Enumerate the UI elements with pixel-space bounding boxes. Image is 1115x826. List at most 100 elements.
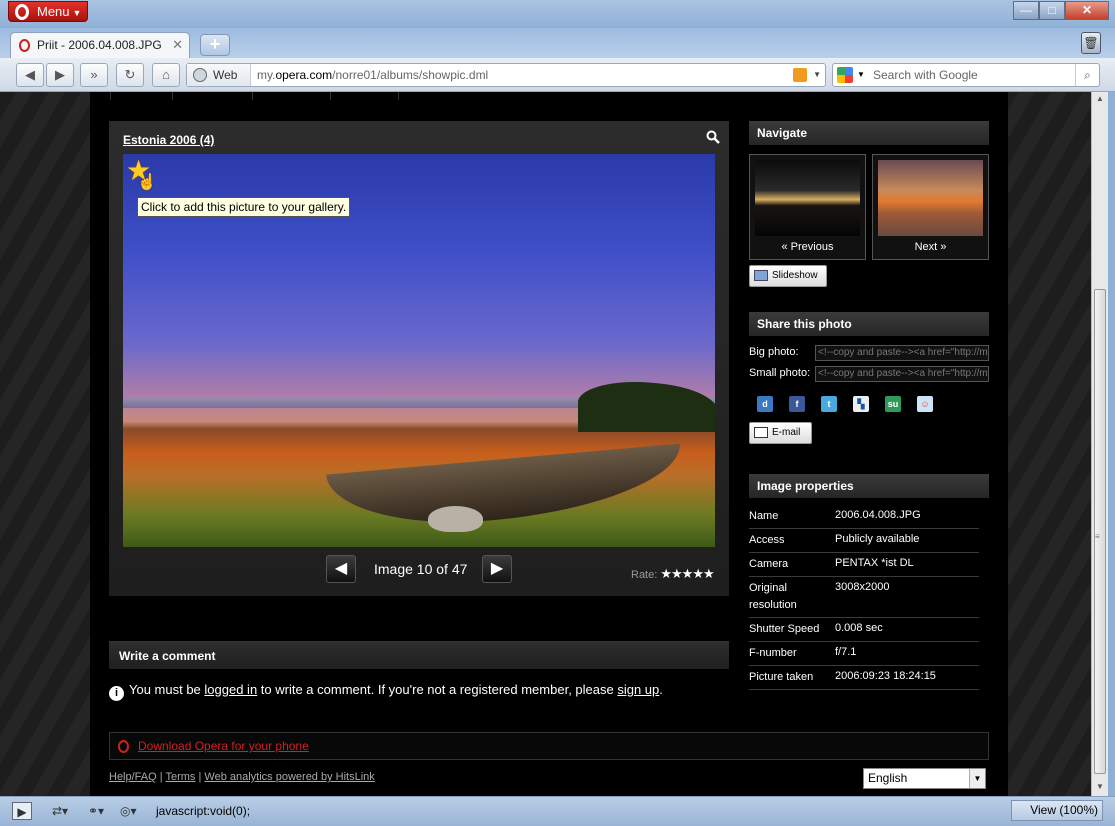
search-box[interactable]: ▼ Search with Google ⌕ [832,63,1100,87]
tooltip: Click to add this picture to your galler… [137,197,351,217]
main-photo: ★ ☝ Click to add this picture to your ga… [123,154,715,547]
menu-label: Menu [37,4,70,19]
help-link[interactable]: Help/FAQ [109,771,157,783]
fast-forward-button[interactable]: » [80,63,108,87]
new-tab-button[interactable]: + [200,34,230,56]
small-photo-label: Small photo: [749,367,811,379]
search-input[interactable]: Search with Google [873,64,978,86]
previous-label: « Previous [781,241,834,253]
next-thumbnail[interactable]: Next » [872,154,989,260]
small-photo-embed-field[interactable]: <!--copy and paste--><a href="http://my.… [815,366,989,382]
address-bar[interactable]: Web my.opera.com/norre01/albums/showpic.… [186,63,826,87]
next-image-button[interactable]: ▶ [482,555,512,583]
login-link[interactable]: logged in [204,682,257,697]
property-value: 2006:09:23 18:24:15 [835,670,936,682]
digg-icon[interactable]: ▚ [853,396,869,412]
zoom-icon[interactable] [706,130,720,144]
signup-link[interactable]: sign up [617,682,659,697]
comment-heading: Write a comment [109,641,729,669]
comment-message: i You must be logged in to write a commen… [109,682,663,701]
properties-table: Name 2006.04.008.JPG Access Publicly availa… [749,505,979,690]
download-link[interactable]: Download Opera for your phone [138,739,309,753]
close-window-button[interactable]: ✕ [1065,1,1109,20]
language-select[interactable]: English ▼ [863,768,986,789]
slideshow-button[interactable]: Slideshow [749,265,827,287]
address-mode[interactable]: Web [187,64,251,86]
forward-button[interactable]: ▶ [46,63,74,87]
rss-feed-icon[interactable] [793,68,807,82]
properties-heading: Image properties [749,474,989,498]
analytics-link[interactable]: Web analytics powered by HitsLink [204,771,374,783]
property-value: Publicly available [835,533,920,545]
scroll-grip-icon: ≡ [1095,532,1100,541]
photo-boat [326,443,685,535]
big-photo-embed-field[interactable]: <!--copy and paste--><a href="http://my.… [815,345,989,361]
google-icon[interactable] [837,67,853,83]
home-button[interactable]: ⌂ [152,63,180,87]
property-value: 3008x2000 [835,581,890,593]
hand-cursor-icon: ☝ [137,174,157,191]
turbo-icon[interactable]: ◎▾ [120,802,137,820]
property-value: 2006.04.008.JPG [835,509,921,521]
tab-active[interactable]: Priit - 2006.04.008.JPG ✕ [10,32,190,58]
previous-image-button[interactable]: ◀ [326,555,356,583]
email-label: E-mail [772,427,801,438]
previous-thumbnail[interactable]: « Previous [749,154,866,260]
url-path: /norre01/albums/showpic.dml [332,68,489,82]
comment-msg-1: You must be [129,682,205,697]
tab-bar: Priit - 2006.04.008.JPG ✕ + 🗑 [0,28,1115,58]
rating: Rate: ★★★★★ [631,566,715,582]
scroll-down-icon[interactable]: ▼ [1096,782,1104,791]
minimize-button[interactable]: — [1013,1,1039,20]
url-domain: opera.com [275,68,333,82]
terms-link[interactable]: Terms [165,771,195,783]
maximize-button[interactable]: □ [1039,1,1065,20]
album-link[interactable]: Estonia 2006 (4) [123,133,214,147]
photo-trees [578,382,715,432]
site-nav-tabs [90,92,1008,100]
property-key: F-number [749,647,797,659]
email-button[interactable]: E-mail [749,422,812,444]
property-key: Original resolution [749,582,797,611]
search-icon[interactable]: ⌕ [1075,64,1099,86]
panel-toggle-icon[interactable]: ▶ [12,802,32,820]
facebook-icon[interactable]: f [789,396,805,412]
footer-links: Help/FAQ | Terms | Web analytics powered… [109,771,375,783]
zoom-label: View (100%) [1030,803,1098,817]
chevron-down-icon: ▼ [72,8,82,18]
share-heading: Share this photo [749,312,989,336]
reload-button[interactable]: ↻ [116,63,144,87]
property-key: Shutter Speed [749,623,820,635]
comment-msg-3: . [659,682,663,697]
stumbleupon-icon[interactable]: su [885,396,901,412]
chevron-down-icon[interactable]: ▼ [857,64,865,86]
photo-rock [428,506,483,532]
language-value: English [868,771,908,785]
twitter-icon[interactable]: t [821,396,837,412]
opera-logo-icon [15,4,29,20]
url-text[interactable]: my.opera.com/norre01/albums/showpic.dml [257,64,488,86]
scroll-up-icon[interactable]: ▲ [1096,94,1104,103]
opera-favicon-icon [19,39,30,52]
chevron-down-icon[interactable]: ▼ [813,64,821,86]
property-value: PENTAX *ist DL [835,557,914,569]
download-opera-banner[interactable]: Download Opera for your phone [109,732,989,760]
slideshow-label: Slideshow [772,270,818,281]
close-tab-icon[interactable]: ✕ [172,33,183,57]
rating-stars[interactable]: ★★★★★ [660,566,714,581]
page-viewport: Estonia 2006 (4) ★ ☝ Click to add this p… [0,92,1091,796]
share-network-icon[interactable]: ⚭▾ [88,802,104,820]
opera-menu-button[interactable]: Menu ▼ [8,1,88,22]
comment-msg-2: to write a comment. If you're not a regi… [257,682,618,697]
big-photo-label: Big photo: [749,346,799,358]
sync-icon[interactable]: ⇄▾ [52,802,68,820]
trash-icon[interactable]: 🗑 [1081,32,1101,54]
delicious-icon[interactable]: d [757,396,773,412]
navigation-toolbar: ◀ ▶ » ↻ ⌂ Web my.opera.com/norre01/album… [0,58,1115,92]
info-icon: i [109,686,124,701]
reddit-icon[interactable]: ☺ [917,396,933,412]
image-counter: Image 10 of 47 [374,561,468,577]
vertical-scrollbar[interactable]: ▲ ≡ ▼ [1091,92,1108,796]
back-button[interactable]: ◀ [16,63,44,87]
zoom-control[interactable]: View (100%) [1011,800,1103,821]
